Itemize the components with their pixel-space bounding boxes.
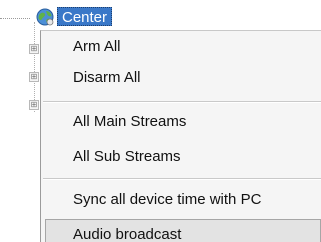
context-menu: Arm All Disarm All All Main Streams All … xyxy=(40,30,321,242)
menu-item-arm-all[interactable]: Arm All xyxy=(41,32,321,62)
menu-item-disarm-all[interactable]: Disarm All xyxy=(41,63,321,93)
tree-expander-icon[interactable]: ⊞ xyxy=(29,100,39,110)
tree-vertical-guide xyxy=(34,22,35,112)
tree-connector-line xyxy=(0,18,30,19)
menu-separator xyxy=(43,101,321,103)
tree-expander-icon[interactable]: ⊞ xyxy=(29,44,39,54)
menu-item-all-sub-streams[interactable]: All Sub Streams xyxy=(41,142,321,172)
device-tree-window: Center ⊞ ⊞ ⊞ Arm All Disarm All All Main… xyxy=(0,0,321,242)
menu-separator xyxy=(43,178,321,180)
menu-item-sync-device-time[interactable]: Sync all device time with PC xyxy=(41,185,321,215)
menu-item-audio-broadcast[interactable]: Audio broadcast xyxy=(45,219,321,242)
tree-root-node-center[interactable]: Center xyxy=(57,7,113,26)
tree-expander-icon[interactable]: ⊞ xyxy=(29,72,39,82)
globe-network-icon[interactable] xyxy=(36,8,54,26)
menu-item-all-main-streams[interactable]: All Main Streams xyxy=(41,107,321,137)
